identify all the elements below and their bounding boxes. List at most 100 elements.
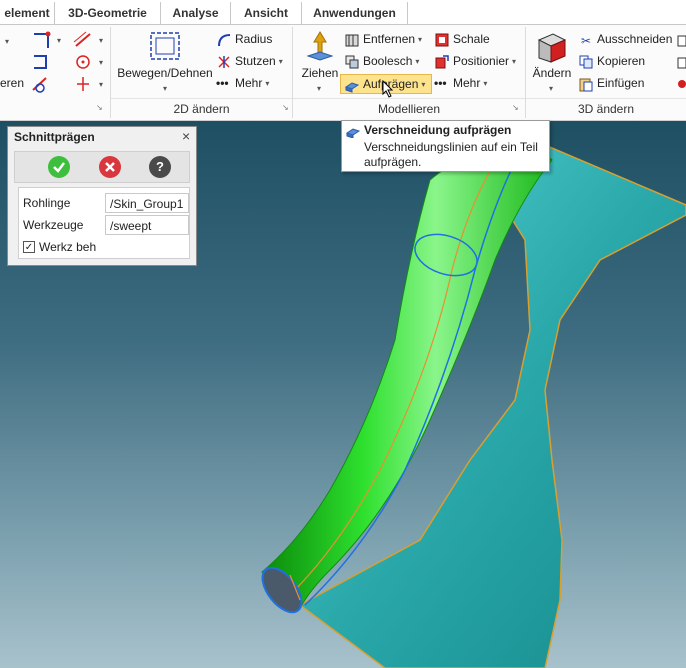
tab-3d-geometrie[interactable]: 3D-Geometrie: [55, 2, 161, 24]
chevron-down-icon: ▾: [421, 79, 426, 89]
scissors-icon: ✂: [580, 33, 592, 48]
positionier-label: Positionier: [453, 54, 510, 68]
chevron-down-icon[interactable]: ▾: [317, 84, 321, 93]
left-tool-eren[interactable]: eren: [0, 74, 24, 92]
chevron-down-icon: ▾: [5, 36, 10, 46]
ausschneiden-label: Ausschneiden: [597, 32, 673, 46]
chevron-down-icon[interactable]: ▾: [99, 36, 103, 45]
schnittpraegen-dialog: Schnittprägen × ? Rohlinge /Skin_Group1 …: [7, 126, 197, 266]
chevron-down-icon: ▾: [512, 56, 517, 66]
chevron-down-icon: ▾: [418, 34, 423, 44]
dialog-button-bar: ?: [14, 151, 190, 183]
boolesch-button[interactable]: Boolesch ▾: [344, 52, 419, 70]
close-icon[interactable]: ×: [182, 128, 190, 144]
werkzeuge-label: Werkzeuge: [23, 218, 84, 232]
radius-label: Radius: [235, 32, 273, 46]
werkzeuge-field[interactable]: /sweept: [105, 215, 189, 235]
group-label-modellieren: Modellieren: [293, 98, 525, 119]
radius-button[interactable]: Radius: [216, 30, 272, 48]
extra-tools-icon[interactable]: [676, 32, 686, 96]
chevron-down-icon[interactable]: ▾: [99, 58, 103, 67]
modify-3d-button[interactable]: Ändern: [528, 66, 576, 80]
dialog-body: Rohlinge /Skin_Group1 Werkzeuge /sweept …: [18, 187, 190, 259]
more-model-button[interactable]: ••• Mehr ▾: [434, 74, 487, 92]
mouse-cursor-icon: [382, 80, 394, 98]
shell-icon: [435, 33, 449, 47]
copy-icon: [579, 55, 593, 69]
schale-button[interactable]: Schale: [434, 30, 490, 48]
remove-icon: [345, 34, 359, 47]
more-2d-label: Mehr: [235, 76, 263, 90]
more-2d-button[interactable]: ••• Mehr ▾: [216, 74, 269, 92]
rohlinge-label: Rohlinge: [23, 196, 71, 210]
pull-button[interactable]: Ziehen: [298, 66, 342, 80]
chevron-down-icon[interactable]: ▾: [549, 84, 553, 93]
chevron-down-icon[interactable]: ▾: [57, 36, 61, 45]
entfernen-label: Entfernen: [363, 32, 416, 46]
circle-tool-icon[interactable]: [72, 52, 94, 72]
more-model-label: Mehr: [453, 76, 481, 90]
help-icon: ?: [156, 159, 164, 174]
group-launcher-icon[interactable]: ↘: [96, 104, 104, 112]
rohlinge-field[interactable]: /Skin_Group1: [105, 193, 189, 213]
trim-tool-icon[interactable]: [30, 74, 52, 94]
left-tool-1[interactable]: ▾: [2, 32, 9, 50]
kopieren-button[interactable]: Kopieren: [578, 52, 645, 70]
line-tool-icon[interactable]: [72, 30, 94, 50]
group-label-2d: 2D ändern: [111, 98, 292, 119]
x-icon: [105, 162, 115, 172]
tooltip: Verschneidung aufprägen Verschneidungsli…: [341, 120, 550, 172]
chevron-down-icon: ▾: [415, 56, 420, 66]
more-dots-icon: •••: [216, 76, 229, 90]
tooltip-title: Verschneidung aufprägen: [364, 123, 512, 137]
chevron-down-icon[interactable]: ▾: [99, 80, 103, 89]
tooltip-text: Verschneidungslinien auf ein Teil aufprä…: [364, 140, 538, 169]
chevron-down-icon: ▾: [265, 78, 270, 88]
modify-3d-icon[interactable]: [535, 30, 569, 64]
chevron-down-icon[interactable]: ▾: [163, 84, 167, 93]
tab-element[interactable]: element: [0, 2, 55, 24]
more-dots-icon: •••: [434, 76, 447, 90]
schale-label: Schale: [453, 32, 490, 46]
einfuegen-label: Einfügen: [597, 76, 645, 90]
stutzen-label: Stutzen: [235, 54, 276, 68]
move-stretch-label: Bewegen/Dehnen: [117, 66, 213, 80]
corner-tool-icon[interactable]: [30, 30, 52, 52]
move-stretch-button[interactable]: Bewegen/Dehnen: [115, 66, 215, 80]
ausschneiden-button[interactable]: ✂ Ausschneiden: [578, 30, 672, 48]
radius-icon: [218, 33, 231, 46]
check-icon: [53, 162, 65, 173]
pull-label: Ziehen: [301, 66, 339, 80]
imprint-icon: [346, 128, 361, 138]
boolesch-label: Boolesch: [363, 54, 413, 68]
einfuegen-button[interactable]: Einfügen: [578, 74, 644, 92]
cancel-button[interactable]: [99, 156, 121, 178]
group-label-3d: 3D ändern: [526, 98, 686, 119]
left-tool-label: eren: [0, 76, 25, 90]
werkz-beh-checkbox[interactable]: ✓: [23, 241, 35, 253]
chevron-down-icon: ▾: [483, 78, 488, 88]
imprint-icon: [344, 82, 360, 93]
kopieren-label: Kopieren: [597, 54, 646, 68]
boolean-icon: [345, 55, 359, 69]
confirm-button[interactable]: [48, 156, 70, 178]
point-tool-icon[interactable]: [72, 74, 94, 94]
werkz-beh-label: Werkz beh: [39, 240, 97, 254]
tab-anwendungen[interactable]: Anwendungen: [302, 2, 408, 24]
chevron-down-icon: ▾: [278, 56, 283, 66]
pull-icon[interactable]: [305, 30, 335, 64]
positionier-button[interactable]: Positionier ▾: [434, 52, 516, 70]
dialog-title: Schnittprägen: [14, 130, 95, 144]
position-icon: [435, 55, 449, 69]
stutzen-button[interactable]: Stutzen ▾: [216, 52, 283, 70]
help-button[interactable]: ?: [149, 156, 171, 178]
paste-icon: [579, 78, 593, 92]
tab-ansicht[interactable]: Ansicht: [231, 2, 302, 24]
ribbon-tab-bar: element 3D-Geometrie Analyse Ansicht Anw…: [0, 0, 686, 25]
offset-tool-icon[interactable]: [30, 52, 52, 72]
tab-analyse[interactable]: Analyse: [161, 2, 231, 24]
move-stretch-icon[interactable]: [148, 30, 182, 62]
trim-icon: [218, 55, 230, 68]
modify-3d-label: Ändern: [532, 66, 572, 80]
entfernen-button[interactable]: Entfernen ▾: [344, 30, 422, 48]
